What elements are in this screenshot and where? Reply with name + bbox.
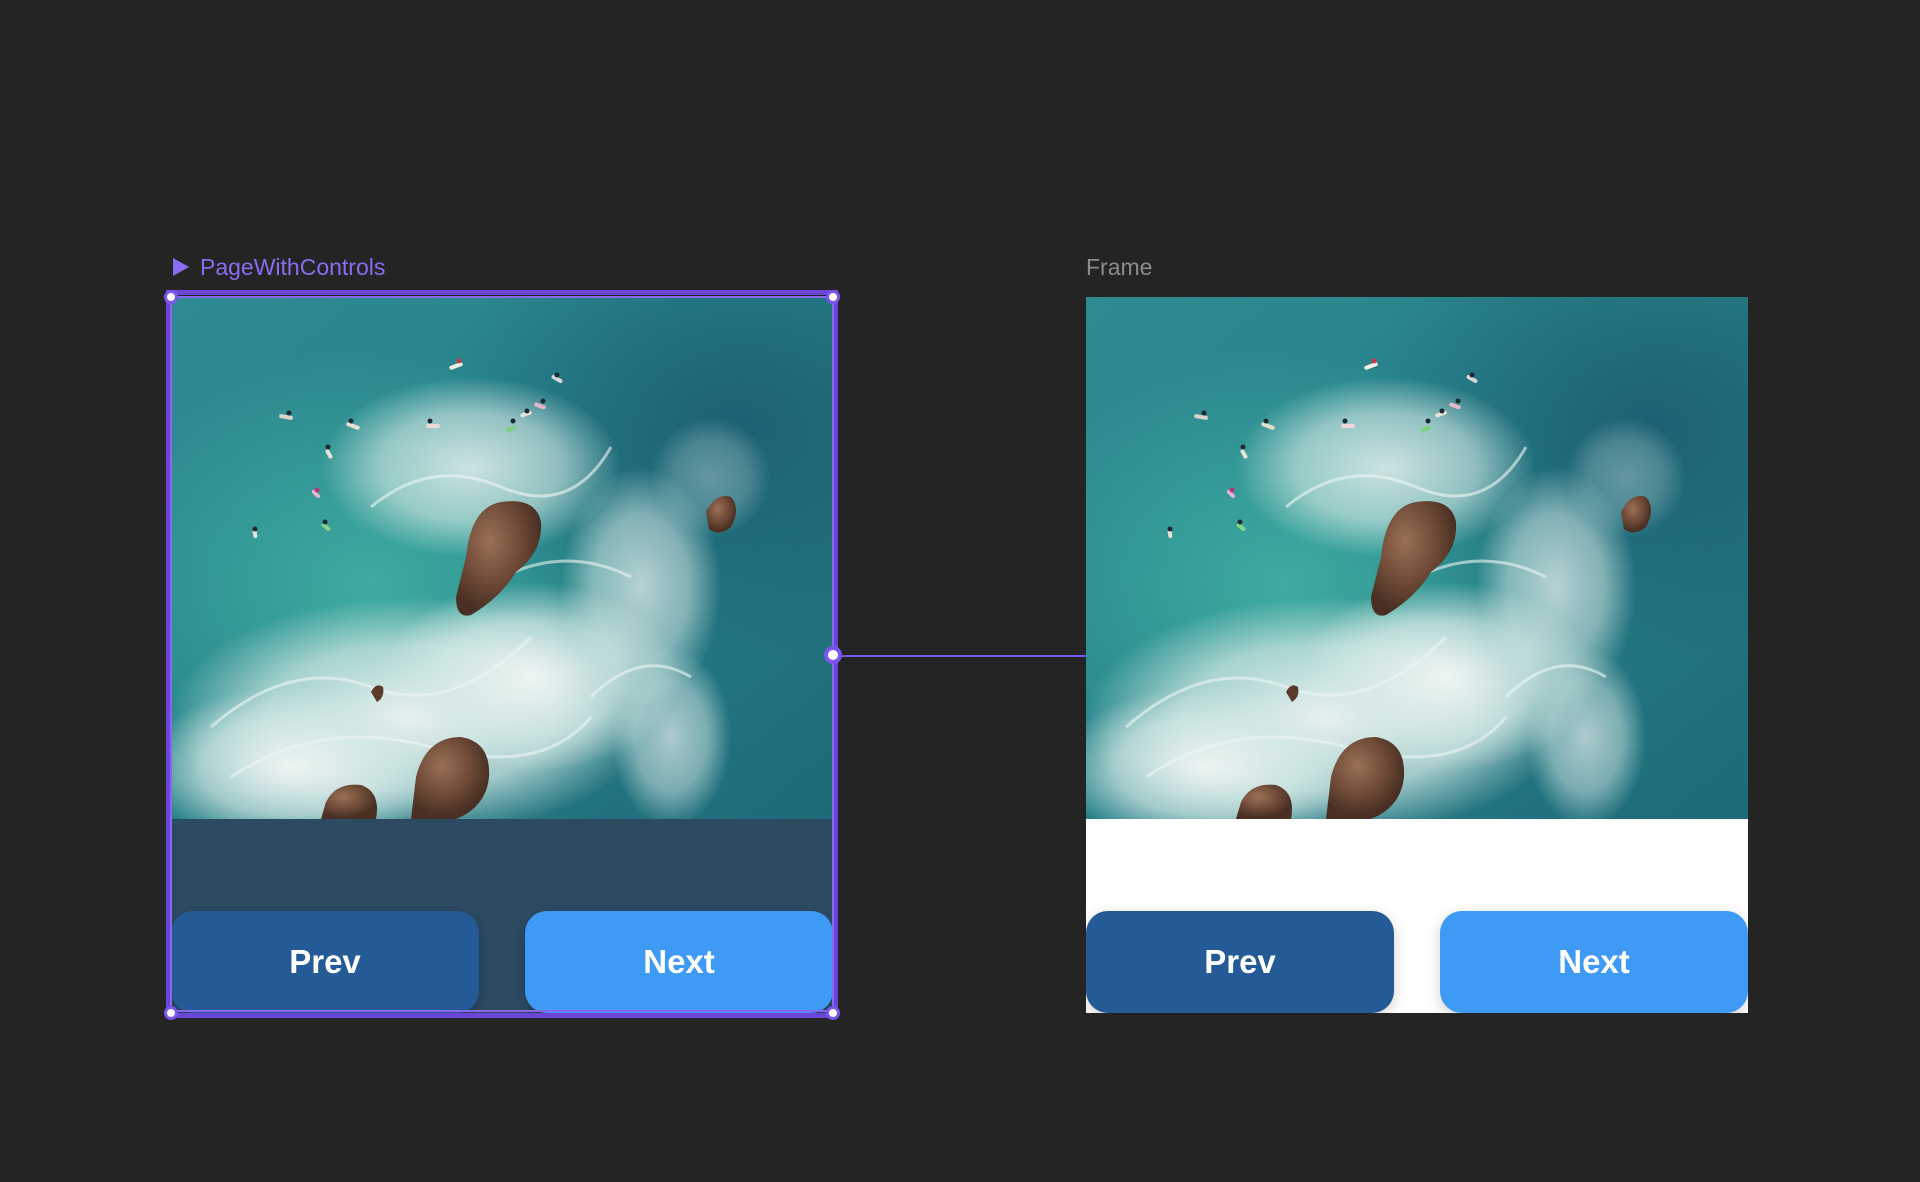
ocean-photo (171, 297, 833, 819)
prev-button[interactable]: Prev (1086, 911, 1394, 1013)
play-triangle-icon (172, 257, 190, 277)
prototype-connector-node[interactable] (824, 646, 842, 664)
design-canvas[interactable]: PageWithControls Frame Prev Next Prev Ne… (0, 0, 1920, 1182)
frame-instance[interactable]: Prev Next (1086, 297, 1748, 1013)
resize-handle-bottom-left[interactable] (164, 1006, 178, 1020)
resize-handle-bottom-right[interactable] (826, 1006, 840, 1020)
prototype-connector-line (833, 655, 1086, 657)
next-button[interactable]: Next (1440, 911, 1748, 1013)
frame-label[interactable]: Frame (1086, 252, 1152, 282)
page-with-controls-frame[interactable]: Prev Next (171, 297, 833, 1013)
resize-handle-top-left[interactable] (164, 290, 178, 304)
component-label[interactable]: PageWithControls (172, 252, 385, 282)
resize-handle-top-right[interactable] (826, 290, 840, 304)
ocean-photo (1086, 297, 1748, 819)
next-button[interactable]: Next (525, 911, 833, 1013)
component-name: PageWithControls (200, 253, 386, 280)
prev-button[interactable]: Prev (171, 911, 479, 1013)
